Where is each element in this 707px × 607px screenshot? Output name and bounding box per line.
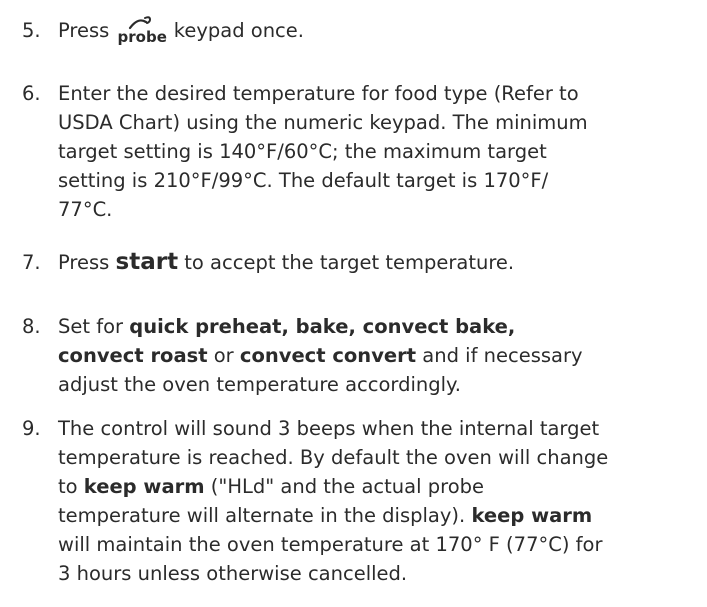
connector-text: to bbox=[58, 475, 78, 498]
text-line: 3 hours unless otherwise cancelled. bbox=[58, 562, 408, 585]
text-line: The control will sound 3 beeps when the … bbox=[58, 417, 600, 440]
text-line: setting is 210°F/99°C. The default targe… bbox=[58, 169, 549, 192]
step-text-pre: Set for bbox=[58, 315, 124, 338]
step-number: 9. bbox=[22, 417, 41, 440]
step-text: The control will sound 3 beeps when the … bbox=[58, 414, 688, 588]
mode-name: keep warm bbox=[471, 504, 593, 527]
step-text: Press probe keypad once. bbox=[58, 16, 688, 45]
text-line: will maintain the oven temperature at 17… bbox=[58, 533, 603, 556]
instruction-document: 5. Press probe keypad once. 6. Enter the… bbox=[0, 0, 707, 607]
text-fragment: temperature will alternate in the displa… bbox=[58, 504, 466, 527]
step-text: Press start to accept the target tempera… bbox=[58, 248, 688, 277]
step-number: 6. bbox=[22, 82, 41, 105]
text-line: convect roast or convect convert and if … bbox=[58, 341, 688, 370]
start-key-label: start bbox=[115, 249, 179, 275]
mode-name: convect convert bbox=[239, 344, 417, 367]
text-line: adjust the oven temperature accordingly. bbox=[58, 373, 462, 396]
step-text-pre: Press bbox=[58, 19, 110, 42]
text-line: Set for quick preheat, bake, convect bak… bbox=[58, 312, 688, 341]
step-number: 7. bbox=[22, 251, 41, 274]
step-text-pre: Press bbox=[58, 251, 110, 274]
mode-name: convect roast bbox=[58, 344, 208, 367]
text-line: Enter the desired temperature for food t… bbox=[58, 82, 579, 105]
text-line: temperature will alternate in the displa… bbox=[58, 501, 688, 530]
mode-names: quick preheat, bake, convect bake, bbox=[129, 315, 516, 338]
text-fragment: ("HLd" and the actual probe bbox=[210, 475, 484, 498]
text-line: USDA Chart) using the numeric keypad. Th… bbox=[58, 111, 588, 134]
step-text-post: to accept the target temperature. bbox=[184, 251, 515, 274]
step-text: Set for quick preheat, bake, convect bak… bbox=[58, 312, 688, 399]
step-text-post: and if necessary bbox=[422, 344, 583, 367]
text-line: 77°C. bbox=[58, 198, 113, 221]
text-line: target setting is 140°F/60°C; the maximu… bbox=[58, 140, 547, 163]
text-line: temperature is reached. By default the o… bbox=[58, 446, 609, 469]
mode-name: keep warm bbox=[83, 475, 205, 498]
probe-icon-label: probe bbox=[117, 28, 167, 46]
step-number: 8. bbox=[22, 315, 41, 338]
step-text-post: keypad once. bbox=[173, 19, 304, 42]
text-line: to keep warm ("HLd" and the actual probe bbox=[58, 472, 688, 501]
step-text: Enter the desired temperature for food t… bbox=[58, 79, 688, 224]
probe-icon: probe bbox=[117, 16, 167, 46]
step-number: 5. bbox=[22, 19, 41, 42]
connector-text: or bbox=[213, 344, 234, 367]
